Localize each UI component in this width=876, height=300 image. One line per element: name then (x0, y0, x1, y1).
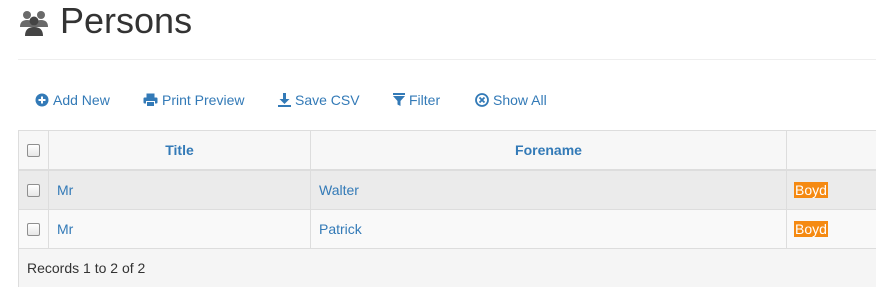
surname-highlight[interactable]: Boyd (794, 182, 828, 198)
show-all-label: Show All (493, 92, 547, 108)
table-footer: Records 1 to 2 of 2 (19, 249, 876, 287)
filter-label: Filter (409, 92, 441, 108)
persons-table: Title Forename Mr Walter Boyd Mr Patrick… (18, 130, 876, 287)
column-header-forename[interactable]: Forename (311, 131, 787, 169)
row-select-cell (19, 171, 49, 209)
column-header-surname[interactable] (787, 131, 876, 169)
row-checkbox[interactable] (27, 183, 40, 197)
surname-cell: Boyd (787, 171, 876, 209)
download-icon (278, 93, 291, 107)
select-all-cell (19, 131, 49, 169)
print-preview-button[interactable]: Print Preview (143, 84, 244, 116)
title-link[interactable]: Mr (57, 182, 73, 198)
print-icon (143, 93, 158, 107)
forename-link[interactable]: Patrick (319, 221, 362, 237)
print-preview-label: Print Preview (162, 92, 245, 108)
page-title: Persons (60, 0, 193, 41)
add-new-label: Add New (53, 92, 110, 108)
save-csv-label: Save CSV (295, 92, 360, 108)
row-select-cell (19, 210, 49, 248)
surname-cell: Boyd (787, 210, 876, 248)
title-link[interactable]: Mr (57, 221, 73, 237)
remove-circle-icon (475, 93, 489, 107)
forename-cell: Walter (311, 171, 787, 209)
select-all-checkbox[interactable] (27, 143, 40, 157)
plus-circle-icon (35, 93, 49, 107)
surname-highlight[interactable]: Boyd (794, 221, 828, 237)
forename-cell: Patrick (311, 210, 787, 248)
title-cell: Mr (49, 171, 311, 209)
forename-link[interactable]: Walter (319, 182, 359, 198)
table-row[interactable]: Mr Walter Boyd (19, 171, 876, 210)
users-icon (20, 11, 48, 36)
save-csv-button[interactable]: Save CSV (278, 84, 360, 116)
toolbar: Add New Print Preview Save CSV Filter Sh… (18, 84, 876, 116)
page-header: Persons (18, 0, 876, 60)
row-checkbox[interactable] (27, 222, 40, 236)
show-all-button[interactable]: Show All (475, 84, 547, 116)
table-row[interactable]: Mr Patrick Boyd (19, 210, 876, 249)
add-new-button[interactable]: Add New (35, 84, 110, 116)
records-count: Records 1 to 2 of 2 (27, 260, 146, 276)
title-cell: Mr (49, 210, 311, 248)
filter-icon (393, 93, 405, 106)
table-header-row: Title Forename (19, 131, 876, 171)
column-header-title[interactable]: Title (49, 131, 311, 169)
filter-button[interactable]: Filter (393, 84, 440, 116)
